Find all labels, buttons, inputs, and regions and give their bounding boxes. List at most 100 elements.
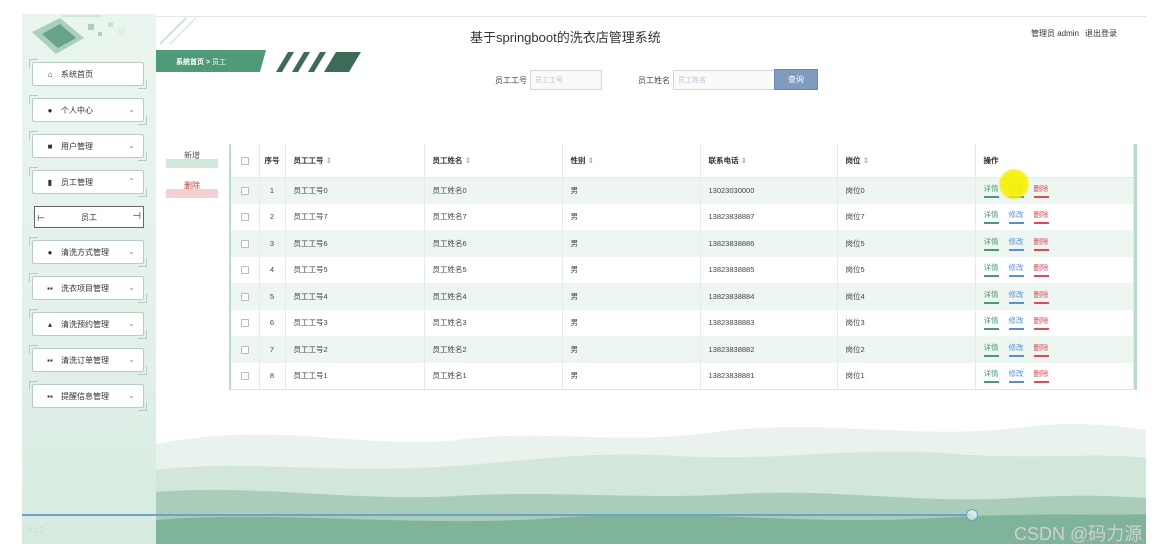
cell-operations: 详情 修改 删除 xyxy=(975,309,1134,336)
cell-operations: 详情 修改 删除 xyxy=(975,336,1134,363)
edit-link[interactable]: 修改 xyxy=(1008,183,1024,198)
mountain-background xyxy=(156,424,1146,544)
sidebar-item-label: 清洗预约管理 xyxy=(61,319,109,329)
breadcrumb: 系统首页 > 员工 xyxy=(176,57,226,67)
sidebar-item-employees[interactable]: ▮ 员工管理 ⌃ xyxy=(29,167,147,197)
remove-link[interactable]: 删除 xyxy=(1033,289,1049,304)
cell-operations: 详情 修改 删除 xyxy=(975,362,1134,389)
remove-link[interactable]: 删除 xyxy=(1033,342,1049,357)
query-button[interactable]: 查询 xyxy=(774,69,818,90)
row-select-cell[interactable] xyxy=(231,177,260,204)
sidebar-item-booking[interactable]: ▴ 清洗预约管理 ⌄ xyxy=(29,309,147,339)
emp-name-input[interactable] xyxy=(673,70,775,90)
cell-phone: 13823838887 xyxy=(700,203,838,230)
sidebar-item-laundry-project[interactable]: ▪▪ 洗衣项目管理 ⌄ xyxy=(29,273,147,303)
cell-index: 7 xyxy=(259,336,286,363)
video-progress-bar[interactable] xyxy=(22,514,972,516)
table-row: 7 员工工号2 员工姓名2 男 13823838882 岗位2 详情 修改 删除 xyxy=(231,336,1134,363)
row-checkbox[interactable] xyxy=(240,239,249,248)
edit-link[interactable]: 修改 xyxy=(1008,342,1024,357)
emp-no-label: 员工工号 xyxy=(495,75,527,85)
row-checkbox[interactable] xyxy=(240,213,249,222)
edit-link[interactable]: 修改 xyxy=(1008,262,1024,278)
sort-icon[interactable]: ⇕ xyxy=(326,156,332,165)
header-emp-no[interactable]: 员工工号 ⇕ xyxy=(285,144,425,178)
row-checkbox[interactable] xyxy=(240,319,249,328)
remove-link[interactable]: 删除 xyxy=(1033,262,1049,278)
detail-link[interactable]: 详情 xyxy=(983,209,999,225)
row-select-cell[interactable] xyxy=(231,309,260,336)
add-button[interactable]: 新增 xyxy=(166,148,218,168)
detail-link[interactable]: 详情 xyxy=(983,289,999,304)
sidebar-item-home[interactable]: ⌂ 系统首页 xyxy=(29,59,147,89)
sort-icon[interactable]: ⇕ xyxy=(863,156,869,165)
employee-table: 序号 员工工号 ⇕ 员工姓名 ⇕ 性别 ⇕ 联系电话 ⇕ 岗位 ⇕ 操作 1 员工… xyxy=(229,144,1137,390)
remove-link[interactable]: 删除 xyxy=(1033,236,1049,251)
edit-link[interactable]: 修改 xyxy=(1008,315,1024,331)
edit-link[interactable]: 修改 xyxy=(1008,368,1024,384)
detail-link[interactable]: 详情 xyxy=(983,315,999,331)
row-checkbox[interactable] xyxy=(240,372,249,381)
sidebar-item-reminders[interactable]: ▪▪ 提醒信息管理 ⌄ xyxy=(29,381,147,411)
row-select-cell[interactable] xyxy=(231,203,260,230)
edit-link[interactable]: 修改 xyxy=(1008,209,1024,225)
sidebar-item-users[interactable]: ■ 用户管理 ⌄ xyxy=(29,131,147,161)
sidebar-item-orders[interactable]: ▪▪ 清洗订单管理 ⌄ xyxy=(29,345,147,375)
remove-link[interactable]: 删除 xyxy=(1033,315,1049,331)
sidebar-item-personal[interactable]: ● 个人中心 ⌄ xyxy=(29,95,147,125)
video-progress-knob[interactable] xyxy=(966,509,978,521)
sidebar-item-label: 清洗方式管理 xyxy=(61,247,109,257)
cell-operations: 详情 修改 删除 xyxy=(975,177,1134,204)
cell-position: 岗位5 xyxy=(837,230,976,257)
header-gender[interactable]: 性别 ⇕ xyxy=(562,144,701,178)
detail-link[interactable]: 详情 xyxy=(983,342,999,357)
edit-link[interactable]: 修改 xyxy=(1008,236,1024,251)
edit-link[interactable]: 修改 xyxy=(1008,289,1024,304)
row-select-cell[interactable] xyxy=(231,362,260,389)
cell-emp-name: 员工姓名3 xyxy=(424,309,563,336)
row-checkbox[interactable] xyxy=(240,292,249,301)
detail-link[interactable]: 详情 xyxy=(983,236,999,251)
header-position[interactable]: 岗位 ⇕ xyxy=(837,144,976,178)
cell-emp-no: 员工工号1 xyxy=(285,362,425,389)
emp-no-input[interactable] xyxy=(530,70,602,90)
sidebar-subitem-employee[interactable]: ⊢ 员工 ⊣ xyxy=(34,206,144,228)
row-checkbox[interactable] xyxy=(240,187,249,195)
cell-position: 岗位4 xyxy=(837,283,976,310)
detail-link[interactable]: 详情 xyxy=(983,368,999,384)
cell-emp-no: 员工工号4 xyxy=(285,283,425,310)
row-select-cell[interactable] xyxy=(231,230,260,257)
logout-link[interactable]: 退出登录 xyxy=(1085,29,1117,38)
header-phone[interactable]: 联系电话 ⇕ xyxy=(700,144,838,178)
sidebar-item-wash-method[interactable]: ● 清洗方式管理 ⌄ xyxy=(29,237,147,267)
remove-link[interactable]: 删除 xyxy=(1033,209,1049,225)
select-all-cell[interactable] xyxy=(231,144,260,178)
remove-link[interactable]: 删除 xyxy=(1033,183,1049,198)
sidebar-item-label: 清洗订单管理 xyxy=(61,355,109,365)
cell-gender: 男 xyxy=(562,362,701,389)
cell-emp-no: 员工工号3 xyxy=(285,309,425,336)
row-select-cell[interactable] xyxy=(231,283,260,310)
cell-position: 岗位3 xyxy=(837,309,976,336)
cell-gender: 男 xyxy=(562,230,701,257)
table-row: 5 员工工号4 员工姓名4 男 13823838884 岗位4 详情 修改 删除 xyxy=(231,283,1134,310)
chevron-down-icon: ⌄ xyxy=(128,355,135,364)
row-select-cell[interactable] xyxy=(231,336,260,363)
detail-link[interactable]: 详情 xyxy=(983,183,999,198)
cell-operations: 详情 修改 删除 xyxy=(975,283,1134,310)
row-select-cell[interactable] xyxy=(231,256,260,283)
header-label: 联系电话 xyxy=(708,155,739,165)
select-all-checkbox[interactable] xyxy=(240,156,249,165)
sort-icon[interactable]: ⇕ xyxy=(588,156,594,165)
header-emp-name[interactable]: 员工姓名 ⇕ xyxy=(424,144,563,178)
sort-icon[interactable]: ⇕ xyxy=(465,156,471,165)
row-checkbox[interactable] xyxy=(240,266,249,275)
delete-button[interactable]: 删除 xyxy=(166,178,218,198)
sort-icon[interactable]: ⇕ xyxy=(741,156,747,165)
breadcrumb-home[interactable]: 系统首页 xyxy=(176,59,204,66)
row-checkbox[interactable] xyxy=(240,345,249,354)
video-time: 0:12 xyxy=(28,526,44,535)
detail-link[interactable]: 详情 xyxy=(983,262,999,278)
chevron-down-icon: ⌄ xyxy=(128,247,135,256)
remove-link[interactable]: 删除 xyxy=(1033,368,1049,384)
